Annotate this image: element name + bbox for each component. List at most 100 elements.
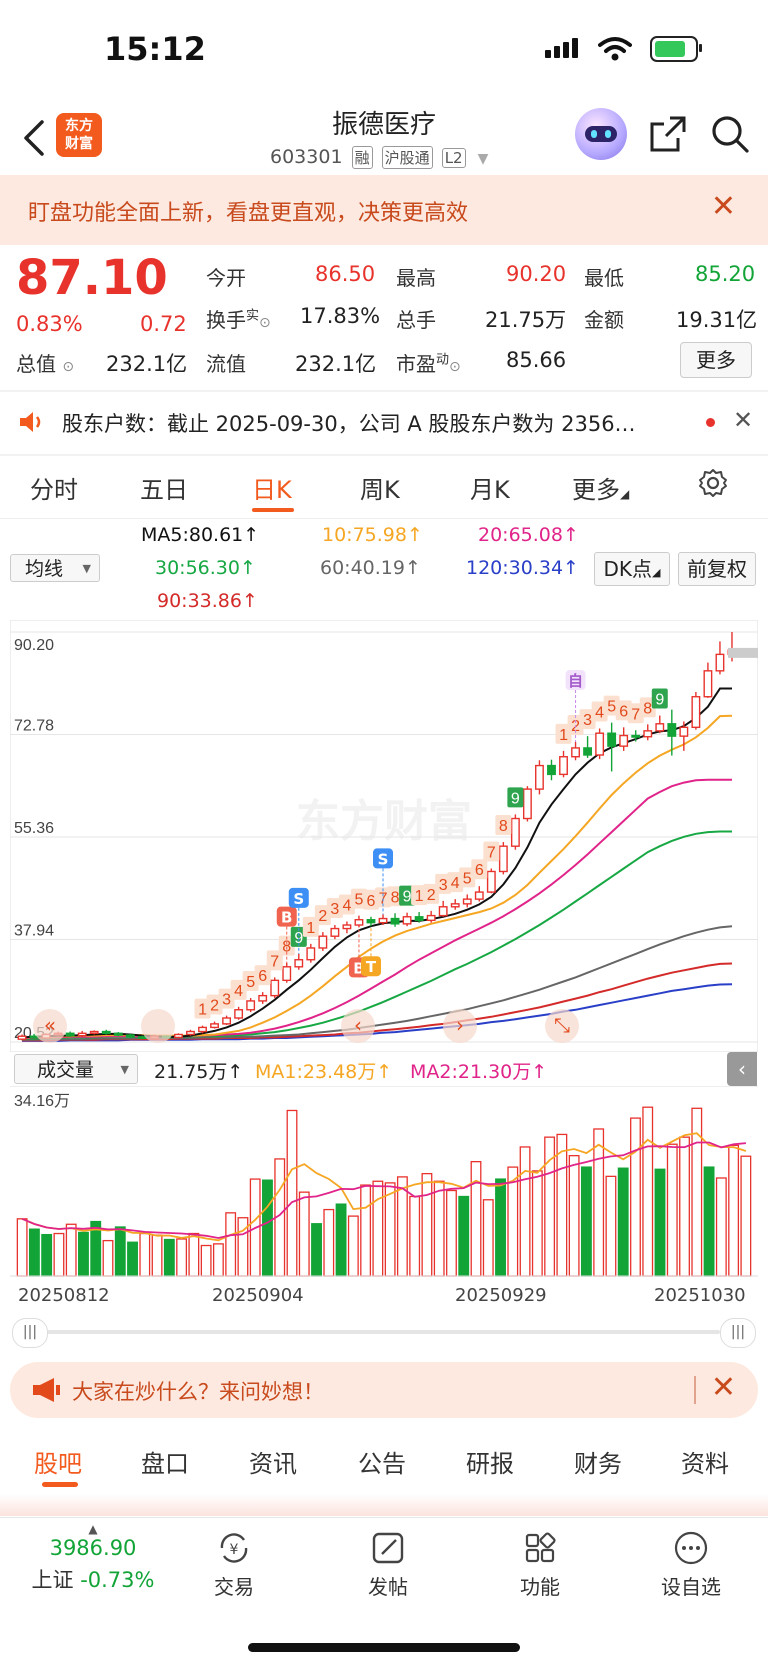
chart-nav-button[interactable]: ⤡ <box>545 1009 579 1043</box>
chart-nav-button[interactable] <box>141 1009 175 1043</box>
separator <box>694 1376 696 1404</box>
wifi-icon <box>598 36 632 66</box>
svg-text:›: › <box>456 1013 464 1037</box>
tag-level2: L2 <box>441 148 466 168</box>
ask-banner[interactable]: 大家在炒什么？来问妙想！ ✕ <box>10 1362 758 1418</box>
float-label: 流值 <box>206 352 246 376</box>
tab-orderbook[interactable]: 盘口 <box>141 1444 189 1479</box>
dk-point-button[interactable]: DK点◢ <box>594 552 670 586</box>
sequence-label: 9 <box>507 787 524 808</box>
close-icon[interactable]: ✕ <box>733 406 753 434</box>
y-tick-label: 37.94 <box>14 923 54 940</box>
volume-indicator-select[interactable]: 成交量 ▼ <box>14 1054 138 1084</box>
scroll-handle-right[interactable]: ||| <box>720 1318 756 1348</box>
close-icon[interactable]: ✕ <box>711 189 736 224</box>
promo-banner[interactable]: 盯盘功能全面上新，看盘更直观，决策更高效 ✕ <box>0 175 768 245</box>
dock-post-label: 发帖 <box>368 1575 408 1599</box>
svg-text:B: B <box>281 909 292 927</box>
chart-nav-button[interactable]: « <box>33 1009 67 1043</box>
tab-5day[interactable]: 五日 <box>140 470 188 505</box>
index-widget[interactable]: ▲ 3986.90 上证 -0.73% <box>28 1522 158 1594</box>
volume-bar <box>127 1241 138 1277</box>
svg-text:2: 2 <box>318 908 327 925</box>
y-tick-label: 90.20 <box>14 637 54 654</box>
volume-bar <box>630 1117 641 1277</box>
stock-code: 603301 <box>270 146 343 168</box>
tab-intraday[interactable]: 分时 <box>30 470 78 505</box>
volume-bar <box>458 1195 470 1277</box>
svg-text:4: 4 <box>342 897 351 914</box>
tab-monthly-k[interactable]: 月K <box>470 470 510 505</box>
trade-icon: ¥ <box>220 1533 248 1563</box>
svg-text:T: T <box>366 958 377 976</box>
tab-news[interactable]: 资讯 <box>249 1444 297 1479</box>
chart-nav-button[interactable]: › <box>443 1009 477 1043</box>
volume-bar <box>421 1172 433 1277</box>
volume-bar <box>311 1223 322 1277</box>
volume-bar <box>703 1166 715 1277</box>
candle <box>595 728 605 760</box>
chart-range-scroller[interactable]: ||| ||| <box>12 1318 756 1348</box>
tab-research[interactable]: 研报 <box>466 1444 514 1479</box>
pe-label: 市盈动⊙ <box>396 352 461 376</box>
candle <box>510 814 520 850</box>
dock-functions[interactable]: 功能 <box>510 1530 570 1600</box>
price-marker <box>728 647 758 658</box>
dock-add-watchlist[interactable]: 设自选 <box>656 1530 726 1600</box>
tag-connect: 沪股通 <box>381 146 433 169</box>
tab-profile[interactable]: 资料 <box>681 1444 729 1479</box>
volume-chart[interactable]: 34.16万 <box>10 1086 758 1282</box>
volume-bar <box>593 1128 605 1277</box>
svg-text:1: 1 <box>198 1002 207 1019</box>
tab-more[interactable]: 更多◢ <box>572 470 629 505</box>
active-tab-indicator <box>252 508 294 512</box>
svg-text:7: 7 <box>270 953 279 970</box>
volume-bar <box>151 1234 163 1277</box>
volume-bar <box>495 1178 506 1277</box>
candlestick-chart[interactable]: 东方财富90.2072.7855.3637.9420.521 2 345 678912… <box>10 620 758 1052</box>
chart-nav-button[interactable]: ‹ <box>341 1009 375 1043</box>
dock-post[interactable]: 发帖 <box>358 1530 418 1600</box>
tab-forum[interactable]: 股吧 <box>34 1444 82 1479</box>
svg-text:自: 自 <box>568 672 583 690</box>
tab-finance[interactable]: 财务 <box>574 1444 622 1479</box>
grid-icon <box>525 1532 556 1563</box>
assistant-avatar[interactable] <box>575 108 627 160</box>
svg-text:8: 8 <box>499 818 508 835</box>
candle <box>498 842 508 875</box>
scroll-handle-left[interactable]: ||| <box>12 1318 48 1348</box>
svg-text:«: « <box>44 1013 56 1037</box>
svg-text:6: 6 <box>258 968 267 985</box>
svg-text:3: 3 <box>222 992 231 1009</box>
volume-bar <box>531 1170 543 1277</box>
open-label: 今开 <box>206 266 246 290</box>
dock-add-watchlist-label: 设自选 <box>661 1575 721 1599</box>
volume-bar <box>28 1228 40 1277</box>
tab-announcements[interactable]: 公告 <box>358 1444 406 1479</box>
stock-code-row[interactable]: 603301 融 沪股通 L2 ▼ <box>270 146 488 169</box>
volume-bar <box>53 1232 65 1277</box>
dock-trade[interactable]: ¥ 交易 <box>204 1530 264 1600</box>
indicator-select[interactable]: 均线 ▼ <box>10 554 100 582</box>
svg-text:4: 4 <box>451 875 460 892</box>
active-tab-indicator <box>42 1482 78 1487</box>
settings-gear-icon[interactable] <box>698 468 728 504</box>
search-icon[interactable] <box>710 114 750 158</box>
share-icon[interactable] <box>648 114 688 158</box>
volume-bar <box>347 1215 359 1277</box>
adjust-button[interactable]: 前复权 <box>678 552 756 586</box>
more-button[interactable]: 更多 <box>680 342 752 378</box>
collapse-panel-icon[interactable]: ‹ <box>727 1052 757 1086</box>
notice-bar[interactable]: 股东户数：截止 2025-09-30，公司 A 股股东户数为 2356… ✕ <box>0 392 768 452</box>
high-label: 最高 <box>396 266 436 290</box>
dock-trade-label: 交易 <box>214 1575 254 1599</box>
date-label: 20251030 <box>654 1285 746 1306</box>
tab-daily-k[interactable]: 日K <box>252 470 292 505</box>
sequence-label: 6 <box>471 859 488 880</box>
svg-text:S: S <box>293 890 304 908</box>
close-icon[interactable]: ✕ <box>711 1370 736 1405</box>
svg-text:6: 6 <box>475 862 484 879</box>
tab-weekly-k[interactable]: 周K <box>360 470 400 505</box>
svg-text:8: 8 <box>391 889 400 906</box>
volume-bar <box>409 1195 421 1277</box>
